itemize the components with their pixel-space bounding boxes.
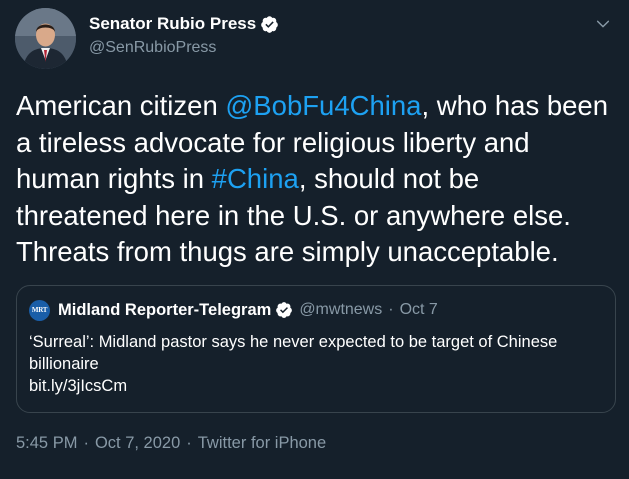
quoted-tweet-text: ‘Surreal’: Midland pastor says he never … xyxy=(29,331,604,397)
quoted-tweet-header: MRT Midland Reporter-Telegram @mwtnews ·… xyxy=(29,299,438,321)
author-display-name[interactable]: Senator Rubio Press xyxy=(89,14,256,34)
tweet-text: American citizen @BobFu4China, who has b… xyxy=(16,88,616,271)
quoted-separator: · xyxy=(388,301,394,318)
tweet-source[interactable]: Twitter for iPhone xyxy=(198,434,326,453)
quoted-date: Oct 7 xyxy=(399,301,438,318)
quoted-tweet[interactable]: MRT Midland Reporter-Telegram @mwtnews ·… xyxy=(16,285,616,413)
tweet-card: Senator Rubio Press @SenRubioPress Ameri… xyxy=(0,0,629,479)
author-handle[interactable]: @SenRubioPress xyxy=(89,39,279,57)
verified-badge-icon xyxy=(275,301,293,319)
avatar[interactable] xyxy=(15,8,76,69)
quoted-author-handle: @mwtnews xyxy=(299,301,383,318)
tweet-time[interactable]: 5:45 PM xyxy=(16,434,77,453)
mention-link[interactable]: @BobFu4China xyxy=(225,90,421,121)
author-block[interactable]: Senator Rubio Press @SenRubioPress xyxy=(89,13,279,57)
author-name-row: Senator Rubio Press xyxy=(89,13,279,35)
verified-badge-icon xyxy=(260,15,279,34)
meta-separator: · xyxy=(186,434,192,452)
hashtag-link[interactable]: #China xyxy=(212,163,299,194)
quoted-link[interactable]: bit.ly/3jIcsCm xyxy=(29,375,604,397)
quoted-author-name: Midland Reporter-Telegram xyxy=(58,300,272,319)
avatar-image xyxy=(15,8,76,69)
quoted-author-avatar: MRT xyxy=(29,299,50,321)
chevron-down-icon xyxy=(596,20,610,28)
meta-separator: · xyxy=(83,434,89,452)
more-options-button[interactable] xyxy=(593,14,613,34)
tweet-date[interactable]: Oct 7, 2020 xyxy=(95,434,180,453)
tweet-meta: 5:45 PM · Oct 7, 2020 · Twitter for iPho… xyxy=(16,434,326,453)
quoted-headline: ‘Surreal’: Midland pastor says he never … xyxy=(29,333,558,373)
tweet-text-segment: American citizen xyxy=(16,90,226,121)
